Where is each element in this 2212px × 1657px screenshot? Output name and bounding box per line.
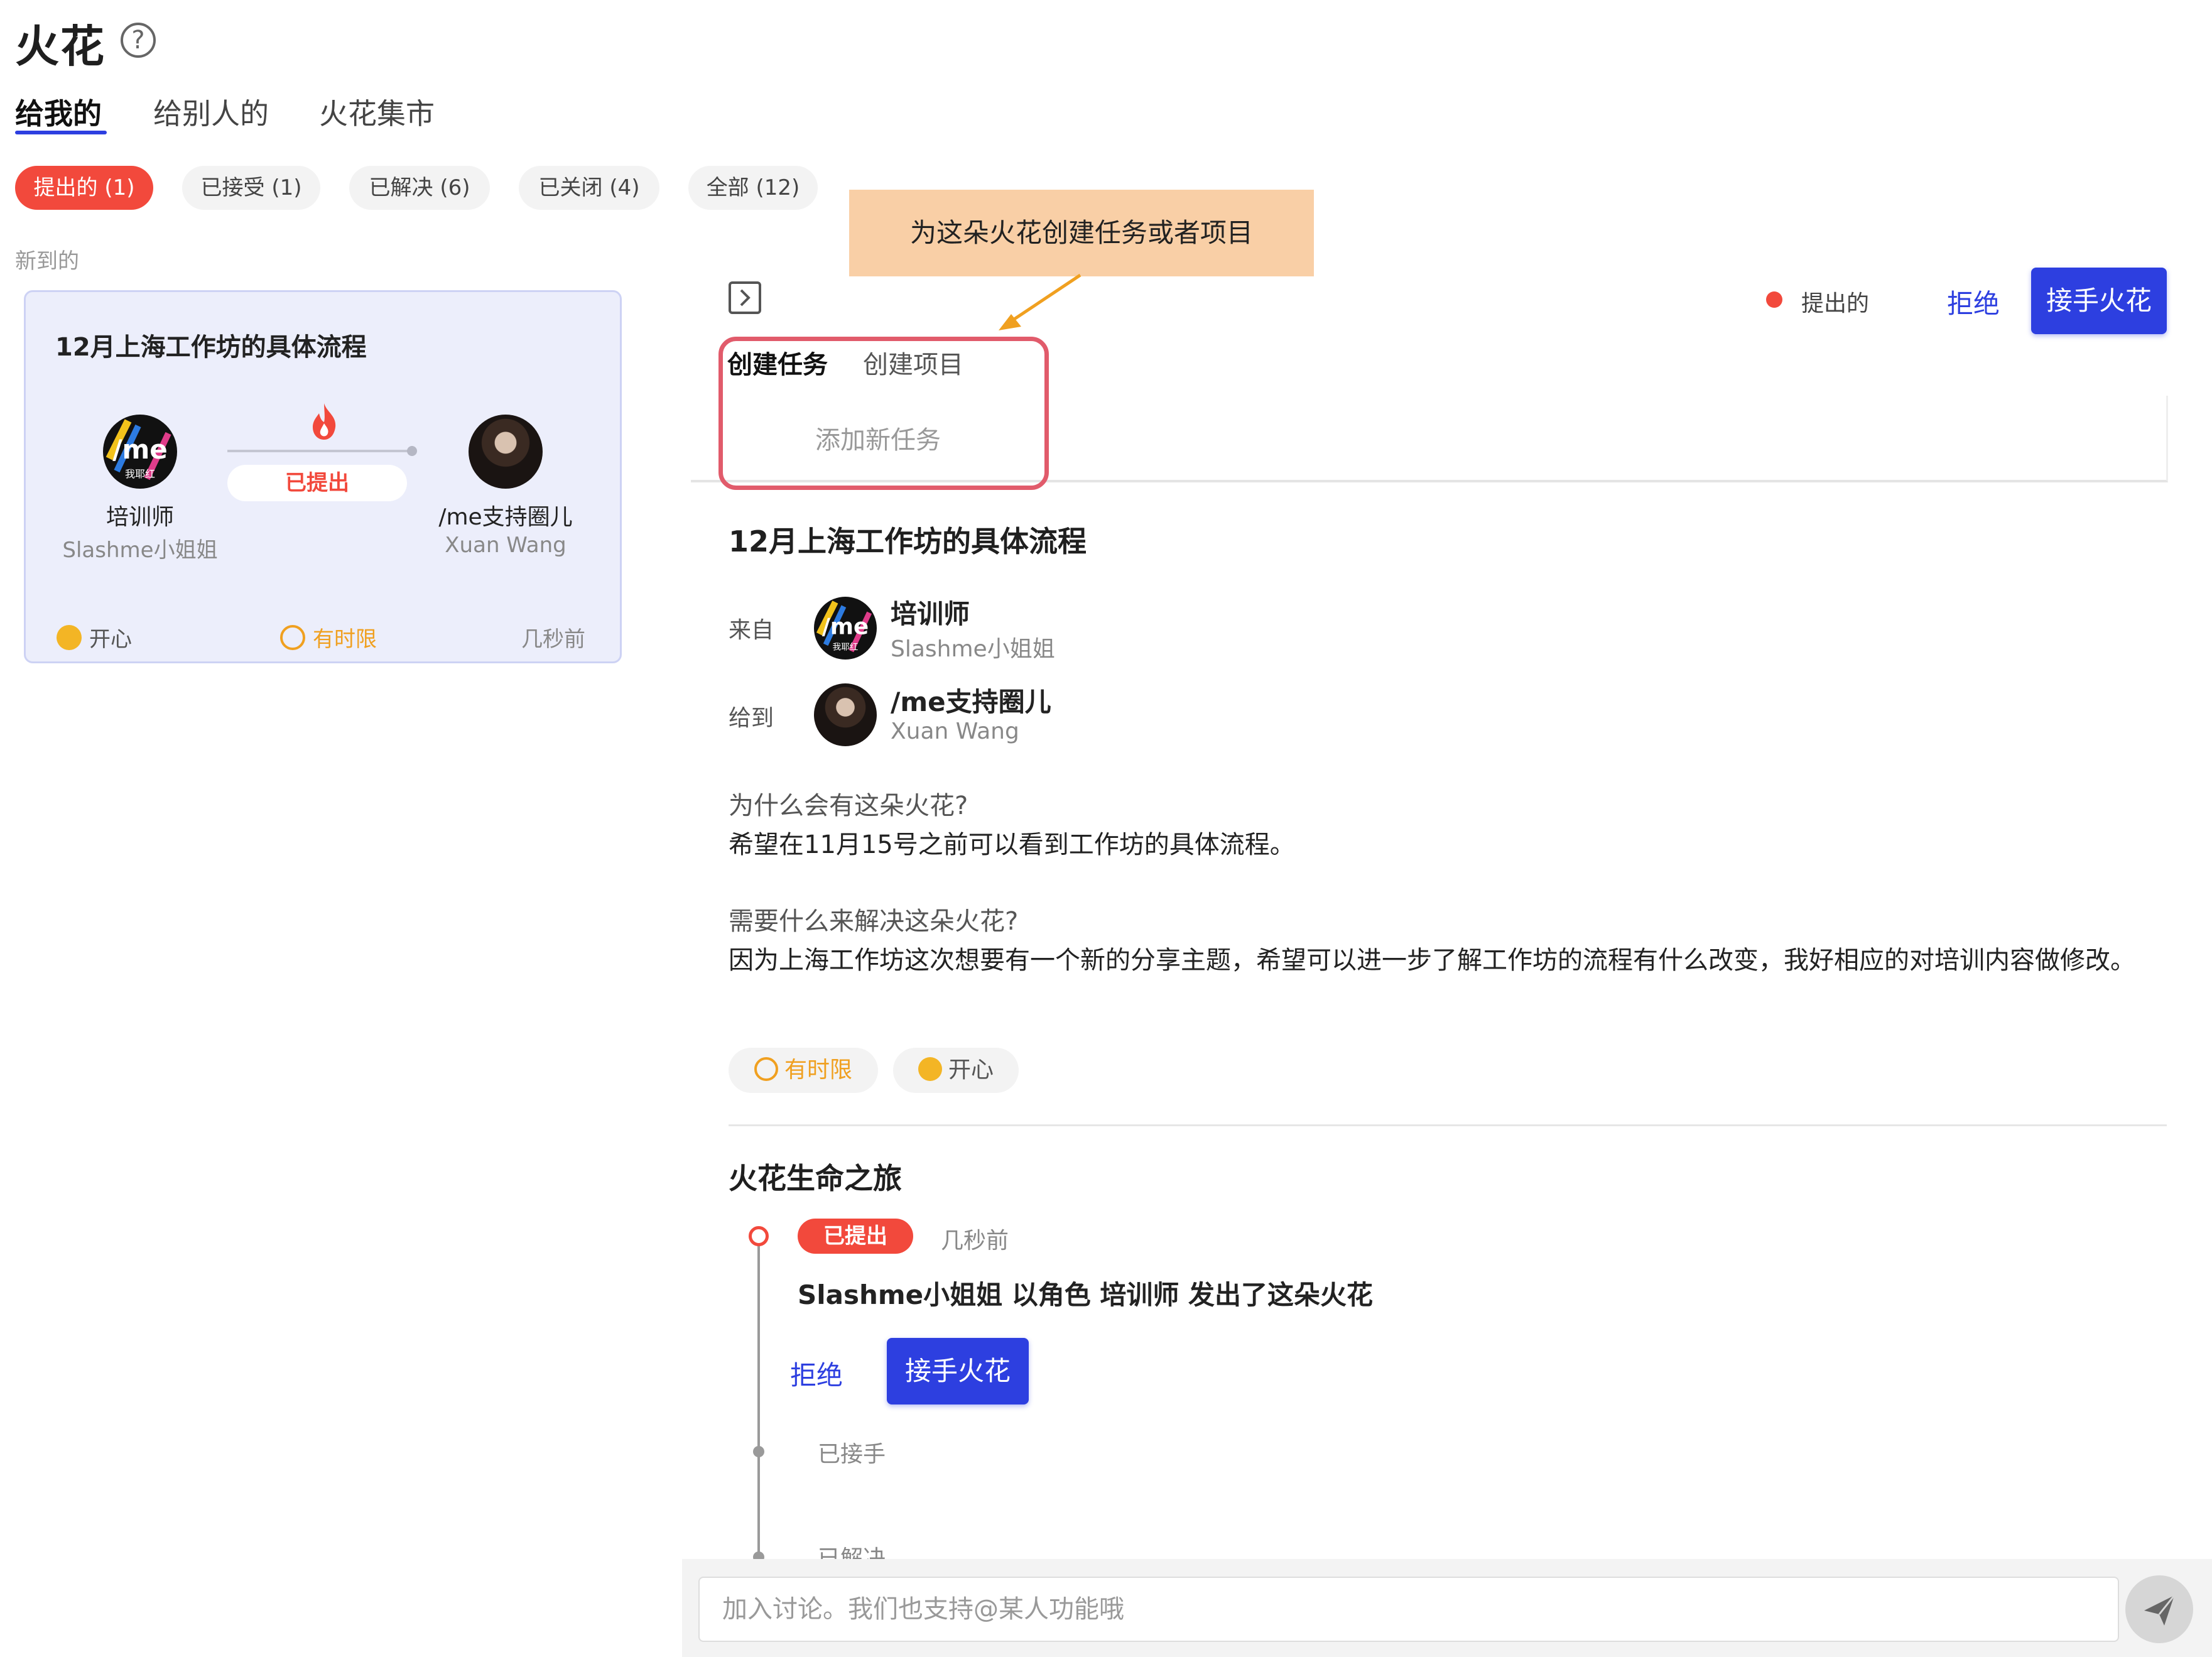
active-tab-indicator xyxy=(15,131,107,134)
detail-to-role: /me支持圈儿 xyxy=(891,687,1051,717)
from-label: 来自 xyxy=(729,617,774,643)
connection-line xyxy=(227,450,413,452)
comment-input[interactable]: 加入讨论。我们也支持@某人功能哦 xyxy=(698,1577,2119,1642)
timeline-node-current xyxy=(749,1226,769,1246)
clock-icon xyxy=(280,625,305,650)
timeline-description: Slashme小姐姐 以角色 培训师 发出了这朵火花 xyxy=(798,1279,1374,1310)
timeline-step-accepted: 已接手 xyxy=(818,1442,886,1467)
filter-accepted[interactable]: 已接受 (1) xyxy=(182,166,320,210)
card-time: 几秒前 xyxy=(521,627,585,652)
timeline-reject-button[interactable]: 拒绝 xyxy=(790,1354,843,1393)
paper-plane-icon xyxy=(2144,1595,2176,1626)
to-label: 给到 xyxy=(729,705,774,731)
fire-icon xyxy=(313,403,336,440)
avatar-to xyxy=(469,415,543,489)
why-question: 为什么会有这朵火花? xyxy=(729,791,968,820)
tag-deadline: 有时限 xyxy=(729,1048,878,1093)
timeline-status-chip: 已提出 xyxy=(798,1219,913,1254)
card-mood: 开心 xyxy=(57,622,132,653)
page-title: 火花 xyxy=(15,21,106,72)
tab-to-others[interactable]: 给别人的 xyxy=(153,91,269,133)
card-from-name: Slashme小姐姐 xyxy=(62,538,218,563)
accept-spark-button[interactable]: 接手火花 xyxy=(2031,268,2167,334)
status-dot xyxy=(1766,291,1782,308)
card-deadline: 有时限 xyxy=(280,622,377,653)
card-from-role: 培训师 xyxy=(106,504,174,530)
journey-title: 火花生命之旅 xyxy=(729,1161,902,1195)
annotation-callout: 为这朵火花创建任务或者项目 xyxy=(849,190,1314,276)
filter-proposed[interactable]: 提出的 (1) xyxy=(15,166,153,210)
section-divider xyxy=(729,1124,2167,1126)
avatar-from: /me 我耶红 xyxy=(103,415,177,489)
reject-button[interactable]: 拒绝 xyxy=(1947,283,2000,321)
card-title: 12月上海工作坊的具体流程 xyxy=(55,333,367,362)
card-status-chip: 已提出 xyxy=(227,465,407,501)
detail-status-label: 提出的 xyxy=(1801,291,1870,317)
send-button[interactable] xyxy=(2125,1575,2193,1643)
card-to-name: Xuan Wang xyxy=(445,533,567,558)
timeline-time: 几秒前 xyxy=(941,1228,1009,1254)
detail-from-role: 培训师 xyxy=(891,599,970,629)
detail-from-name: Slashme小姐姐 xyxy=(891,636,1055,662)
need-answer: 因为上海工作坊这次想要有一个新的分享主题，希望可以进一步了解工作坊的流程有什么改… xyxy=(729,946,2135,975)
expand-panel-icon[interactable] xyxy=(729,281,761,314)
tag-mood: 开心 xyxy=(893,1048,1019,1093)
filter-all[interactable]: 全部 (12) xyxy=(688,166,818,210)
logo-text: /me xyxy=(112,434,168,465)
need-question: 需要什么来解决这朵火花? xyxy=(729,907,1019,936)
logo-subtext: 我耶红 xyxy=(833,643,859,653)
timeline-line xyxy=(757,1239,760,1565)
logo-subtext: 我耶红 xyxy=(125,468,155,480)
card-to-role: /me支持圈儿 xyxy=(438,504,573,530)
detail-avatar-from: /me 我耶红 xyxy=(814,597,877,660)
me-logo-icon: /me 我耶红 xyxy=(106,419,171,481)
detail-to-name: Xuan Wang xyxy=(891,719,1019,744)
smiley-icon xyxy=(57,625,82,650)
why-answer: 希望在11月15号之前可以看到工作坊的具体流程。 xyxy=(729,830,1295,859)
tab-spark-market[interactable]: 火花集市 xyxy=(319,91,435,133)
annotation-highlight-box xyxy=(718,337,1049,490)
timeline-accept-button[interactable]: 接手火花 xyxy=(887,1338,1029,1404)
section-label-new: 新到的 xyxy=(15,249,79,274)
timeline-node-accepted xyxy=(753,1446,764,1457)
me-logo-icon: /me 我耶红 xyxy=(816,600,872,653)
tab-to-me[interactable]: 给我的 xyxy=(15,91,102,133)
clock-icon xyxy=(754,1057,778,1081)
detail-avatar-to xyxy=(814,683,877,746)
connection-end-dot xyxy=(407,446,417,456)
filter-closed[interactable]: 已关闭 (4) xyxy=(519,166,659,210)
detail-title: 12月上海工作坊的具体流程 xyxy=(729,524,1087,558)
question-circle-icon[interactable]: ? xyxy=(121,23,156,58)
smiley-icon xyxy=(918,1057,942,1081)
annotation-arrow-icon xyxy=(999,273,1082,330)
filter-resolved[interactable]: 已解决 (6) xyxy=(349,166,490,210)
logo-text: /me xyxy=(822,614,869,639)
